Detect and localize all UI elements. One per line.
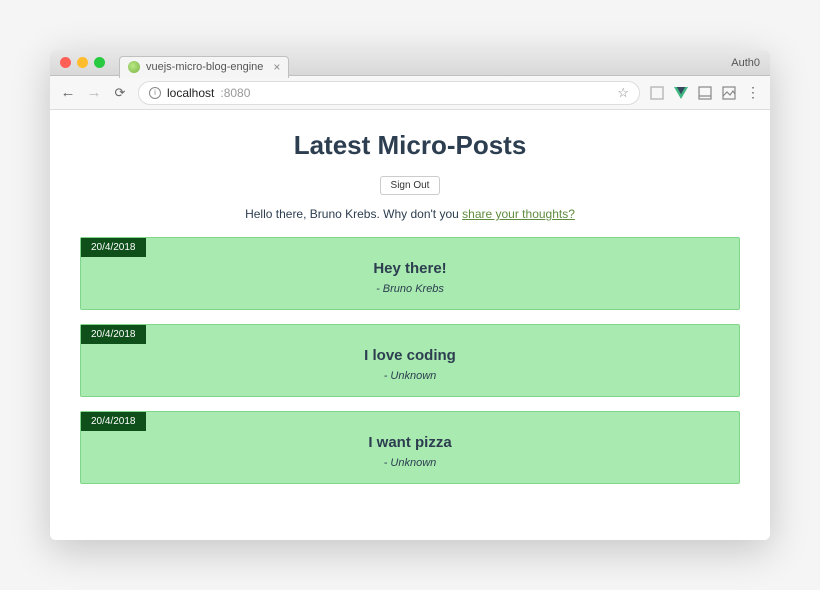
post-author: - Unknown xyxy=(93,370,727,382)
greeting-username: Bruno Krebs xyxy=(310,207,377,221)
close-window-icon[interactable] xyxy=(60,57,71,68)
signout-wrap: Sign Out xyxy=(50,175,770,195)
posts-list: 20/4/2018 Hey there! - Bruno Krebs 20/4/… xyxy=(50,237,770,484)
post-title: I want pizza xyxy=(93,434,727,451)
post-date-badge: 20/4/2018 xyxy=(81,412,146,431)
page-title: Latest Micro-Posts xyxy=(50,130,770,161)
post-card: 20/4/2018 I want pizza - Unknown xyxy=(80,411,740,484)
close-tab-icon[interactable]: × xyxy=(273,60,280,74)
browser-tab[interactable]: vuejs-micro-blog-engine × xyxy=(119,56,289,78)
forward-button[interactable]: → xyxy=(86,84,102,101)
titlebar: vuejs-micro-blog-engine × Auth0 xyxy=(50,50,770,76)
signout-button[interactable]: Sign Out xyxy=(380,176,441,195)
greeting-prefix: Hello there, xyxy=(245,207,310,221)
toolbar: ← → ⟳ i localhost :8080 ☆ ⋮ xyxy=(50,76,770,110)
site-info-icon[interactable]: i xyxy=(149,87,161,99)
page-content: Latest Micro-Posts Sign Out Hello there,… xyxy=(50,110,770,540)
tab-title: vuejs-micro-blog-engine xyxy=(146,61,263,73)
post-date-badge: 20/4/2018 xyxy=(81,238,146,257)
share-thoughts-link[interactable]: share your thoughts? xyxy=(462,207,575,221)
vue-devtools-icon[interactable] xyxy=(674,86,688,100)
url-port: :8080 xyxy=(220,86,250,100)
post-card: 20/4/2018 I love coding - Unknown xyxy=(80,324,740,397)
post-title: I love coding xyxy=(93,347,727,364)
back-button[interactable]: ← xyxy=(60,84,76,101)
url-host: localhost xyxy=(167,86,214,100)
save-page-icon[interactable] xyxy=(698,86,712,100)
favicon-icon xyxy=(128,61,140,73)
greeting-text: Hello there, Bruno Krebs. Why don't you … xyxy=(50,207,770,221)
profile-label[interactable]: Auth0 xyxy=(731,57,760,69)
post-card: 20/4/2018 Hey there! - Bruno Krebs xyxy=(80,237,740,310)
bookmark-icon[interactable]: ☆ xyxy=(617,85,629,101)
extension-box-icon[interactable] xyxy=(650,86,664,100)
minimize-window-icon[interactable] xyxy=(77,57,88,68)
window-controls xyxy=(60,57,105,68)
extension-icons: ⋮ xyxy=(650,84,760,101)
browser-window: vuejs-micro-blog-engine × Auth0 ← → ⟳ i … xyxy=(50,50,770,540)
post-author: - Bruno Krebs xyxy=(93,283,727,295)
address-bar[interactable]: i localhost :8080 ☆ xyxy=(138,81,640,105)
reload-button[interactable]: ⟳ xyxy=(112,85,128,101)
post-date-badge: 20/4/2018 xyxy=(81,325,146,344)
post-title: Hey there! xyxy=(93,260,727,277)
image-icon[interactable] xyxy=(722,86,736,100)
greeting-mid: . Why don't you xyxy=(376,207,462,221)
maximize-window-icon[interactable] xyxy=(94,57,105,68)
menu-icon[interactable]: ⋮ xyxy=(746,84,760,101)
post-author: - Unknown xyxy=(93,457,727,469)
